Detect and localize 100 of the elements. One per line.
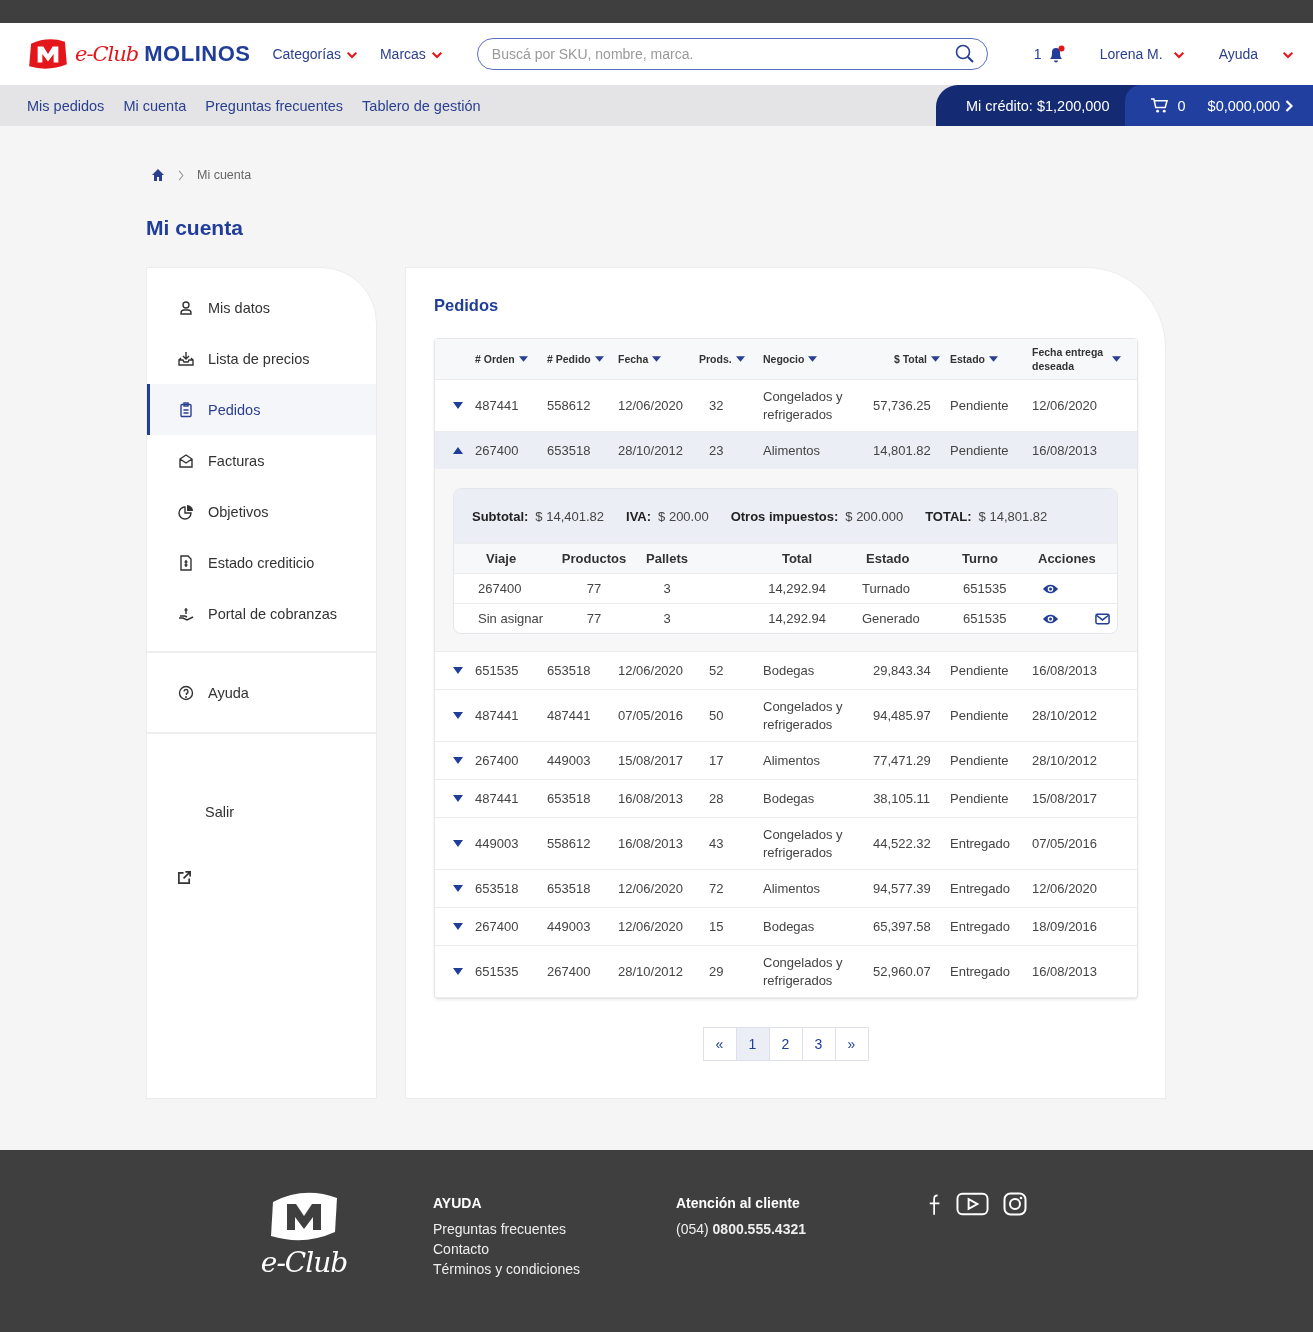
- eye-icon[interactable]: [1042, 612, 1059, 625]
- table-cell-text: 12/06/2020: [618, 918, 685, 936]
- previous-page-button[interactable]: «: [702, 1027, 737, 1062]
- sidebar-item[interactable]: Ayuda: [147, 667, 376, 718]
- table-cell-text: 16/08/2013: [618, 834, 685, 853]
- facebook-icon[interactable]: [928, 1192, 942, 1218]
- nav-link[interactable]: Mi cuenta: [123, 97, 187, 114]
- cart-button[interactable]: 0 $0,000,000: [1125, 85, 1313, 126]
- collapse-icon[interactable]: [453, 447, 463, 455]
- table-cell-text: 50: [708, 706, 725, 725]
- sidebar-item[interactable]: Estado crediticio: [147, 537, 376, 588]
- column-header[interactable]: Fecha: [618, 351, 695, 367]
- cart-icon: [1150, 97, 1170, 114]
- camera-icon[interactable]: [1003, 1192, 1027, 1216]
- help-menu[interactable]: Ayuda: [1218, 46, 1295, 62]
- column-header[interactable]: Estado: [950, 351, 1032, 367]
- home-icon[interactable]: [151, 168, 165, 182]
- user-icon: [178, 299, 194, 316]
- expand-icon[interactable]: [453, 402, 463, 410]
- table-cell-text: Turnado: [861, 581, 911, 597]
- table-cell-text: Congelados y refrigerados: [763, 698, 844, 734]
- user-menu[interactable]: Lorena M.: [1099, 46, 1185, 62]
- sidebar-item[interactable]: Lista de precios: [147, 333, 376, 384]
- expand-icon[interactable]: [453, 885, 463, 893]
- sidebar-item[interactable]: Mis datos: [147, 282, 376, 333]
- nav-link[interactable]: Preguntas frecuentes: [205, 97, 344, 114]
- menu-button[interactable]: Categorías: [272, 46, 358, 62]
- search-field[interactable]: Buscá por SKU, nombre, marca.: [476, 38, 988, 70]
- table-cell-text: 653518: [547, 441, 592, 460]
- table-cell-text: 28/10/2012: [1032, 751, 1099, 770]
- eye-icon[interactable]: [1042, 582, 1059, 595]
- sort-caret-icon: [1112, 356, 1121, 362]
- table-cell-text: 28: [708, 789, 725, 808]
- next-page-button[interactable]: »: [834, 1027, 869, 1062]
- summary-value: $ 200.000: [845, 508, 904, 524]
- chevron-down-icon: [345, 49, 358, 59]
- column-header[interactable]: Negocio: [763, 351, 873, 367]
- table-cell-text: 653518: [547, 661, 592, 680]
- table-cell-text: 44,522.32: [873, 834, 932, 853]
- table-cell-text: 3: [662, 581, 672, 597]
- column-header[interactable]: $ Total: [873, 351, 950, 367]
- table-cell-text: Generado: [861, 611, 920, 627]
- logout-link[interactable]: Salir: [205, 804, 234, 820]
- table-cell-text: Pendiente: [950, 751, 1010, 770]
- notification-count: 1: [1033, 46, 1042, 62]
- nav-link[interactable]: Mis pedidos: [27, 97, 105, 114]
- table-cell-text: Congelados y refrigerados: [763, 388, 844, 424]
- expand-icon[interactable]: [453, 795, 463, 803]
- table-cell-text: 267400: [475, 918, 520, 936]
- column-header[interactable]: Fecha entrega deseada: [1032, 344, 1137, 374]
- video-play-icon[interactable]: [956, 1192, 989, 1216]
- table-cell-text: 487441: [547, 706, 592, 725]
- column-header[interactable]: Prods.: [695, 351, 763, 367]
- sidebar-item[interactable]: Portal de cobranzas: [147, 588, 376, 639]
- table-cell-text: 653518: [547, 880, 592, 898]
- hand-coin-icon: [178, 605, 194, 622]
- page-button[interactable]: 1: [735, 1027, 770, 1062]
- page-button[interactable]: 2: [768, 1027, 803, 1062]
- expand-icon[interactable]: [453, 968, 463, 976]
- table-cell-text: 651535: [962, 581, 1008, 597]
- sort-caret-icon: [518, 356, 528, 362]
- table-cell-text: Entregado: [950, 834, 1011, 853]
- table-cell-text: 449003: [475, 834, 520, 853]
- table-cell-text: 16/08/2013: [1032, 963, 1099, 982]
- table-cell-text: Pendiente: [950, 441, 1010, 460]
- logo[interactable]: e-Club MOLINOS: [27, 38, 251, 70]
- external-link-icon[interactable]: [177, 870, 192, 885]
- column-header[interactable]: # Pedido: [547, 351, 618, 367]
- footer-link[interactable]: Contacto: [433, 1239, 633, 1259]
- table-cell-text: Congelados y refrigerados: [763, 826, 844, 862]
- footer-link[interactable]: Preguntas frecuentes: [433, 1219, 633, 1239]
- nav-link[interactable]: Tablero de gestión: [362, 97, 481, 114]
- table-cell-text: 77: [585, 611, 603, 627]
- table-cell-text: 52,960.07: [873, 963, 932, 982]
- sort-caret-icon: [931, 356, 940, 362]
- expand-icon[interactable]: [453, 667, 463, 675]
- footer-heading: AYUDA: [433, 1195, 483, 1211]
- expand-icon[interactable]: [453, 923, 463, 931]
- expand-icon[interactable]: [453, 840, 463, 848]
- sidebar-item[interactable]: Facturas: [147, 435, 376, 486]
- table-cell-text: Sin asignar: [477, 611, 545, 627]
- chevron-right-icon: [177, 169, 185, 181]
- summary-label: Subtotal:: [472, 508, 529, 524]
- table-cell-text: Entregado: [950, 918, 1011, 936]
- expand-icon[interactable]: [453, 712, 463, 720]
- breadcrumb-item[interactable]: Mi cuenta: [197, 168, 252, 182]
- table-cell-text: 15/08/2017: [618, 751, 685, 770]
- menu-button[interactable]: Marcas: [379, 46, 443, 62]
- column-header[interactable]: # Orden: [475, 351, 547, 367]
- page-button[interactable]: 3: [801, 1027, 836, 1062]
- footer-link[interactable]: Términos y condiciones: [433, 1259, 633, 1279]
- sidebar-item[interactable]: Pedidos: [147, 384, 376, 435]
- table-cell-text: Pendiente: [950, 706, 1010, 725]
- table-cell-text: 94,485.97: [873, 706, 932, 725]
- envelope-icon[interactable]: [1095, 612, 1110, 625]
- table-cell-text: Bodegas: [763, 789, 816, 808]
- sidebar-item[interactable]: Objetivos: [147, 486, 376, 537]
- expand-icon[interactable]: [453, 757, 463, 765]
- table-cell-text: 29,843.34: [873, 661, 932, 680]
- summary-value: $ 14,801.82: [978, 508, 1048, 524]
